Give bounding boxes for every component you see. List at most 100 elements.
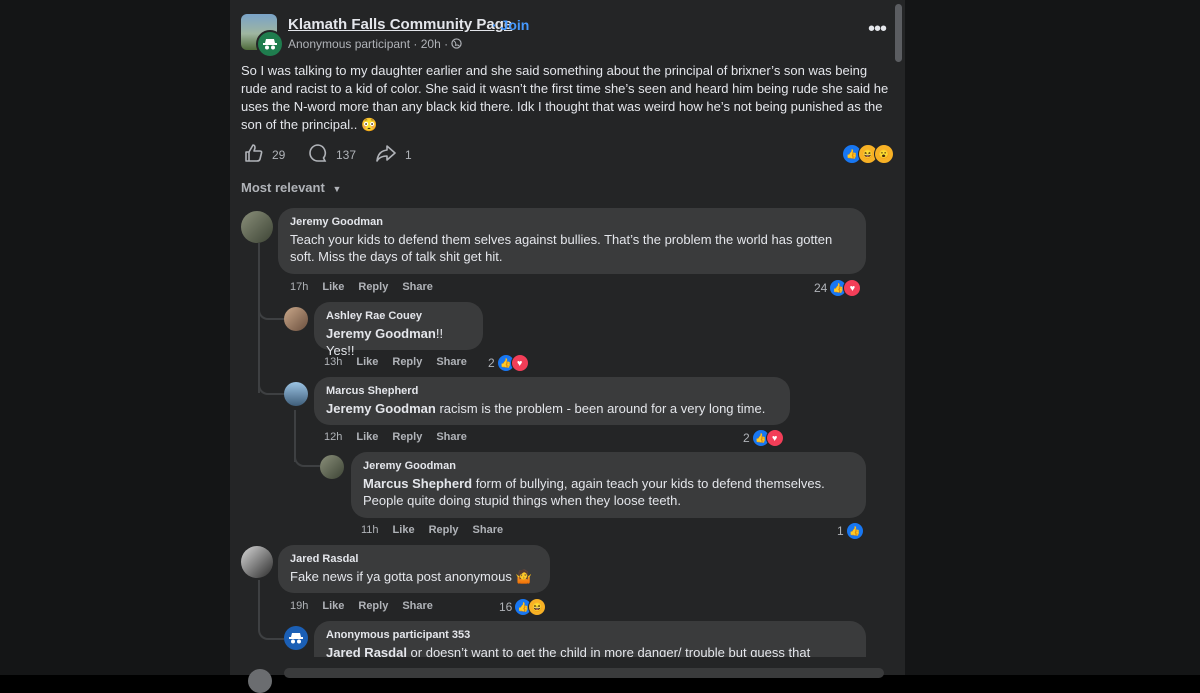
haha-reaction-icon: 😆 (528, 598, 547, 616)
comment-author[interactable]: Anonymous participant 353 (326, 629, 854, 641)
comment-button[interactable]: 137 (308, 143, 356, 166)
wow-reaction-icon: 😮 (874, 144, 894, 164)
more-icon[interactable]: ••• (868, 18, 887, 41)
comment-reply-button[interactable]: Reply (392, 356, 422, 368)
scrollbar-thumb[interactable] (895, 4, 902, 62)
comment-share-button[interactable]: Share (436, 356, 467, 368)
avatar[interactable] (241, 546, 273, 578)
comment-bubble: Anonymous participant 353 Jared Rasdal o… (314, 621, 866, 657)
comment-text: Jeremy Goodman racism is the problem - b… (326, 400, 778, 417)
post-meta-text: Anonymous participant · 20h · (288, 37, 452, 51)
thread-connector (258, 300, 286, 320)
love-reaction-icon: ♥ (843, 279, 862, 297)
avatar[interactable] (284, 307, 308, 331)
comment-reply-button[interactable]: Reply (358, 600, 388, 612)
comment-text: Teach your kids to defend them selves ag… (290, 231, 854, 265)
anonymous-icon (256, 30, 284, 58)
comment-bubble: Jeremy Goodman Teach your kids to defend… (278, 208, 866, 274)
comment-reactions[interactable]: 1 👍 (837, 522, 864, 540)
post-meta: Anonymous participant · 20h · (288, 37, 463, 51)
avatar[interactable] (284, 382, 308, 406)
left-backdrop (0, 0, 230, 675)
reaction-icons: 👍 ♥ (829, 279, 862, 297)
thread-line (258, 243, 260, 393)
comment-reactions[interactable]: 2 👍 ♥ (743, 429, 784, 447)
post-body: So I was talking to my daughter earlier … (241, 62, 893, 134)
comment-count: 137 (336, 147, 357, 162)
flushed-emoji: 😳 (360, 117, 378, 132)
mention-link[interactable]: Jeremy Goodman (326, 401, 436, 416)
reaction-icons: 👍 (845, 522, 864, 540)
comment-like-button[interactable]: Like (393, 524, 415, 536)
comment-text: Jeremy Goodman!! Yes!! (326, 325, 471, 359)
comment-author[interactable]: Marcus Shepherd (326, 385, 778, 397)
thread-connector (258, 375, 286, 395)
share-button[interactable]: 1 (375, 143, 412, 166)
comment-reply-button[interactable]: Reply (429, 524, 459, 536)
comment-reactions[interactable]: 2 👍 ♥ (488, 354, 529, 372)
comment-share-button[interactable]: Share (402, 281, 433, 293)
thumbs-up-icon (244, 143, 264, 166)
comment-bubble: Ashley Rae Couey Jeremy Goodman!! Yes!! (314, 302, 483, 358)
avatar[interactable] (320, 455, 344, 479)
comment-share-button[interactable]: Share (402, 600, 433, 612)
mention-link[interactable]: Marcus Shepherd (363, 476, 472, 491)
comment-time[interactable]: 11h (361, 524, 379, 536)
comment-text-line: Teach your kids to defend them selves ag… (290, 232, 833, 247)
mention-link[interactable]: Jeremy Goodman (326, 326, 436, 341)
comment-author[interactable]: Jared Rasdal (290, 553, 538, 565)
group-name-link[interactable]: Klamath Falls Community Page (288, 16, 512, 33)
globe-icon (451, 37, 463, 51)
comment-author[interactable]: Jeremy Goodman (363, 460, 854, 472)
comment-text-body: Fake news if ya gotta post anonymous (290, 569, 516, 584)
shrug-emoji: 🤷 (515, 569, 532, 584)
next-comment-bubble (284, 668, 884, 678)
comment-like-button[interactable]: Like (356, 356, 378, 368)
reaction-icons: 👍 ♥ (496, 354, 529, 372)
love-reaction-icon: ♥ (510, 354, 529, 372)
reaction-count: 16 (499, 600, 513, 614)
comment-actions: 19h Like Reply Share (290, 600, 433, 612)
comment-bubble: Jeremy Goodman Marcus Shepherd form of b… (351, 452, 866, 518)
right-backdrop (905, 0, 1200, 675)
comment-text: Jared Rasdal or doesn’t want to get the … (326, 644, 854, 657)
comment-reactions[interactable]: 24 👍 ♥ (814, 279, 862, 297)
avatar[interactable] (241, 211, 273, 243)
comment-time[interactable]: 12h (324, 431, 342, 443)
like-reaction-icon: 👍 (845, 522, 864, 540)
thread-line (258, 580, 260, 620)
sort-dropdown[interactable]: Most relevant ▼ (241, 180, 341, 195)
comment-actions: 11h Like Reply Share (361, 524, 503, 536)
like-button[interactable]: 29 (244, 143, 285, 166)
comment-text-line: People quite doing stupid things when th… (363, 493, 682, 508)
anonymous-icon[interactable] (284, 626, 308, 650)
post-reactions[interactable]: 👍 😆 😮 (842, 144, 894, 164)
reaction-count: 1 (837, 524, 844, 538)
comment-text-line: form of bullying, again teach your kids … (472, 476, 825, 491)
comment-actions: 13h Like Reply Share (324, 356, 467, 368)
comment-time[interactable]: 17h (290, 281, 308, 293)
comment-text: Marcus Shepherd form of bullying, again … (363, 475, 854, 509)
comment-reply-button[interactable]: Reply (358, 281, 388, 293)
comment-like-button[interactable]: Like (322, 281, 344, 293)
comment-reply-button[interactable]: Reply (392, 431, 422, 443)
comment-share-button[interactable]: Share (436, 431, 467, 443)
reaction-icons: 👍 😆 (514, 598, 547, 616)
comment-time[interactable]: 13h (324, 356, 342, 368)
comment-share-button[interactable]: Share (473, 524, 504, 536)
sort-label: Most relevant (241, 180, 325, 195)
comment-time[interactable]: 19h (290, 600, 308, 612)
chevron-down-icon: ▼ (332, 184, 342, 194)
comment-like-button[interactable]: Like (322, 600, 344, 612)
mention-link[interactable]: Jared Rasdal (326, 645, 407, 657)
avatar[interactable] (248, 669, 272, 693)
comment-bubble: Jared Rasdal Fake news if ya gotta post … (278, 545, 550, 593)
thread-connector (258, 620, 284, 640)
comment-like-button[interactable]: Like (356, 431, 378, 443)
comment-reactions[interactable]: 16 👍 😆 (499, 598, 547, 616)
comment-actions: 17h Like Reply Share (290, 281, 433, 293)
join-link[interactable]: · Join (492, 17, 529, 33)
comment-author[interactable]: Ashley Rae Couey (326, 310, 471, 322)
reaction-count: 2 (488, 356, 495, 370)
comment-author[interactable]: Jeremy Goodman (290, 216, 854, 228)
